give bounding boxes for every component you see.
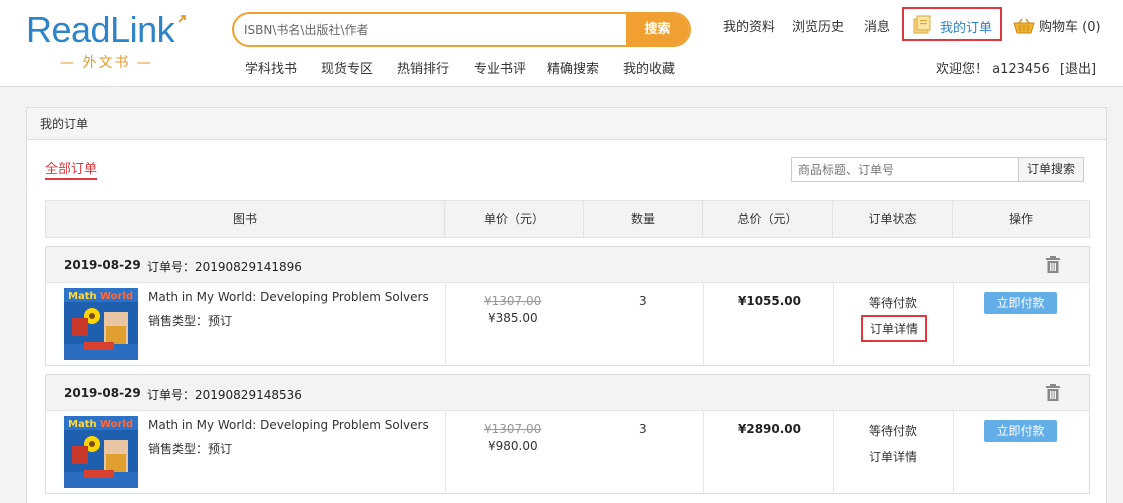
cart-label: 购物车 (0) [1039, 20, 1101, 35]
orders-table-header: 图书 单价（元） 数量 总价（元） 订单状态 操作 [45, 200, 1090, 238]
col-actions: 操作 [1008, 212, 1033, 226]
pay-now-button[interactable]: 立即付款 [984, 420, 1057, 442]
subnav-subject[interactable]: 学科找书 [245, 58, 297, 77]
my-orders-label: 我的订单 [940, 21, 993, 36]
logout-link[interactable]: [退出] [1060, 62, 1096, 77]
search-bar: 搜索 [232, 12, 691, 47]
svg-text:Math: Math [68, 419, 97, 430]
logo-arrow-icon [178, 15, 186, 23]
subnav-reviews[interactable]: 专业书评 [474, 58, 526, 77]
site-header: ReadLink — 外文书 — 搜索 学科找书 现货专区 热销排行 专业书评 … [0, 0, 1123, 87]
svg-text:World: World [100, 419, 133, 430]
quantity: 3 [639, 422, 647, 436]
book-cover-image[interactable]: Math World [64, 288, 138, 360]
order-number: 订单号：20190829141896 [147, 260, 302, 274]
order-search-button[interactable]: 订单搜索 [1018, 157, 1084, 182]
logo-subtitle: — 外文书 — [60, 55, 153, 71]
subnav-in-stock[interactable]: 现货专区 [321, 58, 373, 77]
quantity: 3 [639, 294, 647, 308]
subnav-favorites[interactable]: 我的收藏 [623, 58, 675, 77]
trash-icon[interactable] [1045, 384, 1061, 401]
cart-basket-icon [1013, 18, 1035, 34]
book-title[interactable]: Math in My World: Developing Problem Sol… [148, 290, 429, 304]
col-book: 图书 [46, 201, 445, 237]
unit-price: ¥385.00 [488, 311, 538, 325]
order-search-input[interactable] [791, 157, 1019, 182]
tab-all-orders[interactable]: 全部订单 [45, 158, 98, 180]
svg-text:Math: Math [68, 291, 97, 302]
order-date: 2019-08-29 [64, 386, 141, 400]
orders-panel: 我的订单 全部订单 订单搜索 图书 单价（元） 数量 总价（元） 订单状态 操作… [26, 107, 1107, 503]
book-title[interactable]: Math in My World: Developing Problem Sol… [148, 418, 429, 432]
col-unit-price: 单价（元） [445, 201, 584, 237]
order-status: 等待付款 [869, 296, 918, 310]
readlink-logo[interactable]: ReadLink — 外文书 — [26, 10, 196, 72]
search-input[interactable] [234, 14, 628, 45]
col-status: 订单状态 [833, 201, 953, 237]
col-total: 总价（元） [703, 201, 833, 237]
subnav-exact-search[interactable]: 精确搜索 [547, 58, 599, 77]
sale-type: 销售类型：预订 [148, 442, 233, 456]
nav-messages[interactable]: 消息 [864, 16, 890, 35]
nav-profile[interactable]: 我的资料 [723, 16, 775, 35]
nav-my-orders[interactable]: 我的订单 [902, 7, 1002, 41]
col-quantity: 数量 [584, 201, 703, 237]
order-header: 2019-08-29 订单号：20190829148536 [46, 375, 1089, 411]
user-welcome: 欢迎您！ a123456 [退出] [936, 58, 1096, 77]
trash-icon[interactable] [1045, 256, 1061, 273]
order-row: 2019-08-29 订单号：20190829148536 Math World [45, 374, 1090, 494]
search-button[interactable]: 搜索 [626, 14, 689, 45]
subnav-bestsellers[interactable]: 热销排行 [397, 58, 449, 77]
original-price: ¥1307.00 [484, 422, 542, 436]
nav-history[interactable]: 浏览历史 [792, 16, 844, 35]
order-status: 等待付款 [869, 424, 918, 438]
panel-title: 我的订单 [27, 108, 1106, 140]
pay-now-button[interactable]: 立即付款 [984, 292, 1057, 314]
order-header: 2019-08-29 订单号：20190829141896 [46, 247, 1089, 283]
order-date: 2019-08-29 [64, 258, 141, 272]
order-bag-icon [913, 15, 931, 34]
book-cover-image[interactable]: Math World [64, 416, 138, 488]
nav-cart[interactable]: 购物车 (0) [1013, 16, 1101, 35]
order-row: 2019-08-29 订单号：20190829141896 Math World [45, 246, 1090, 366]
logo-wordmark: ReadLink [26, 9, 175, 50]
order-detail-link[interactable]: 订单详情 [861, 315, 928, 342]
order-search: 订单搜索 [791, 157, 1084, 182]
unit-price: ¥980.00 [488, 439, 538, 453]
sale-type: 销售类型：预订 [148, 314, 233, 328]
svg-text:World: World [100, 291, 133, 302]
total-price: ¥1055.00 [738, 294, 802, 308]
original-price: ¥1307.00 [484, 294, 542, 308]
total-price: ¥2890.00 [738, 422, 802, 436]
order-detail-link[interactable]: 订单详情 [869, 448, 917, 465]
order-number: 订单号：20190829148536 [147, 388, 302, 402]
welcome-text: 欢迎您！ a123456 [936, 62, 1050, 77]
